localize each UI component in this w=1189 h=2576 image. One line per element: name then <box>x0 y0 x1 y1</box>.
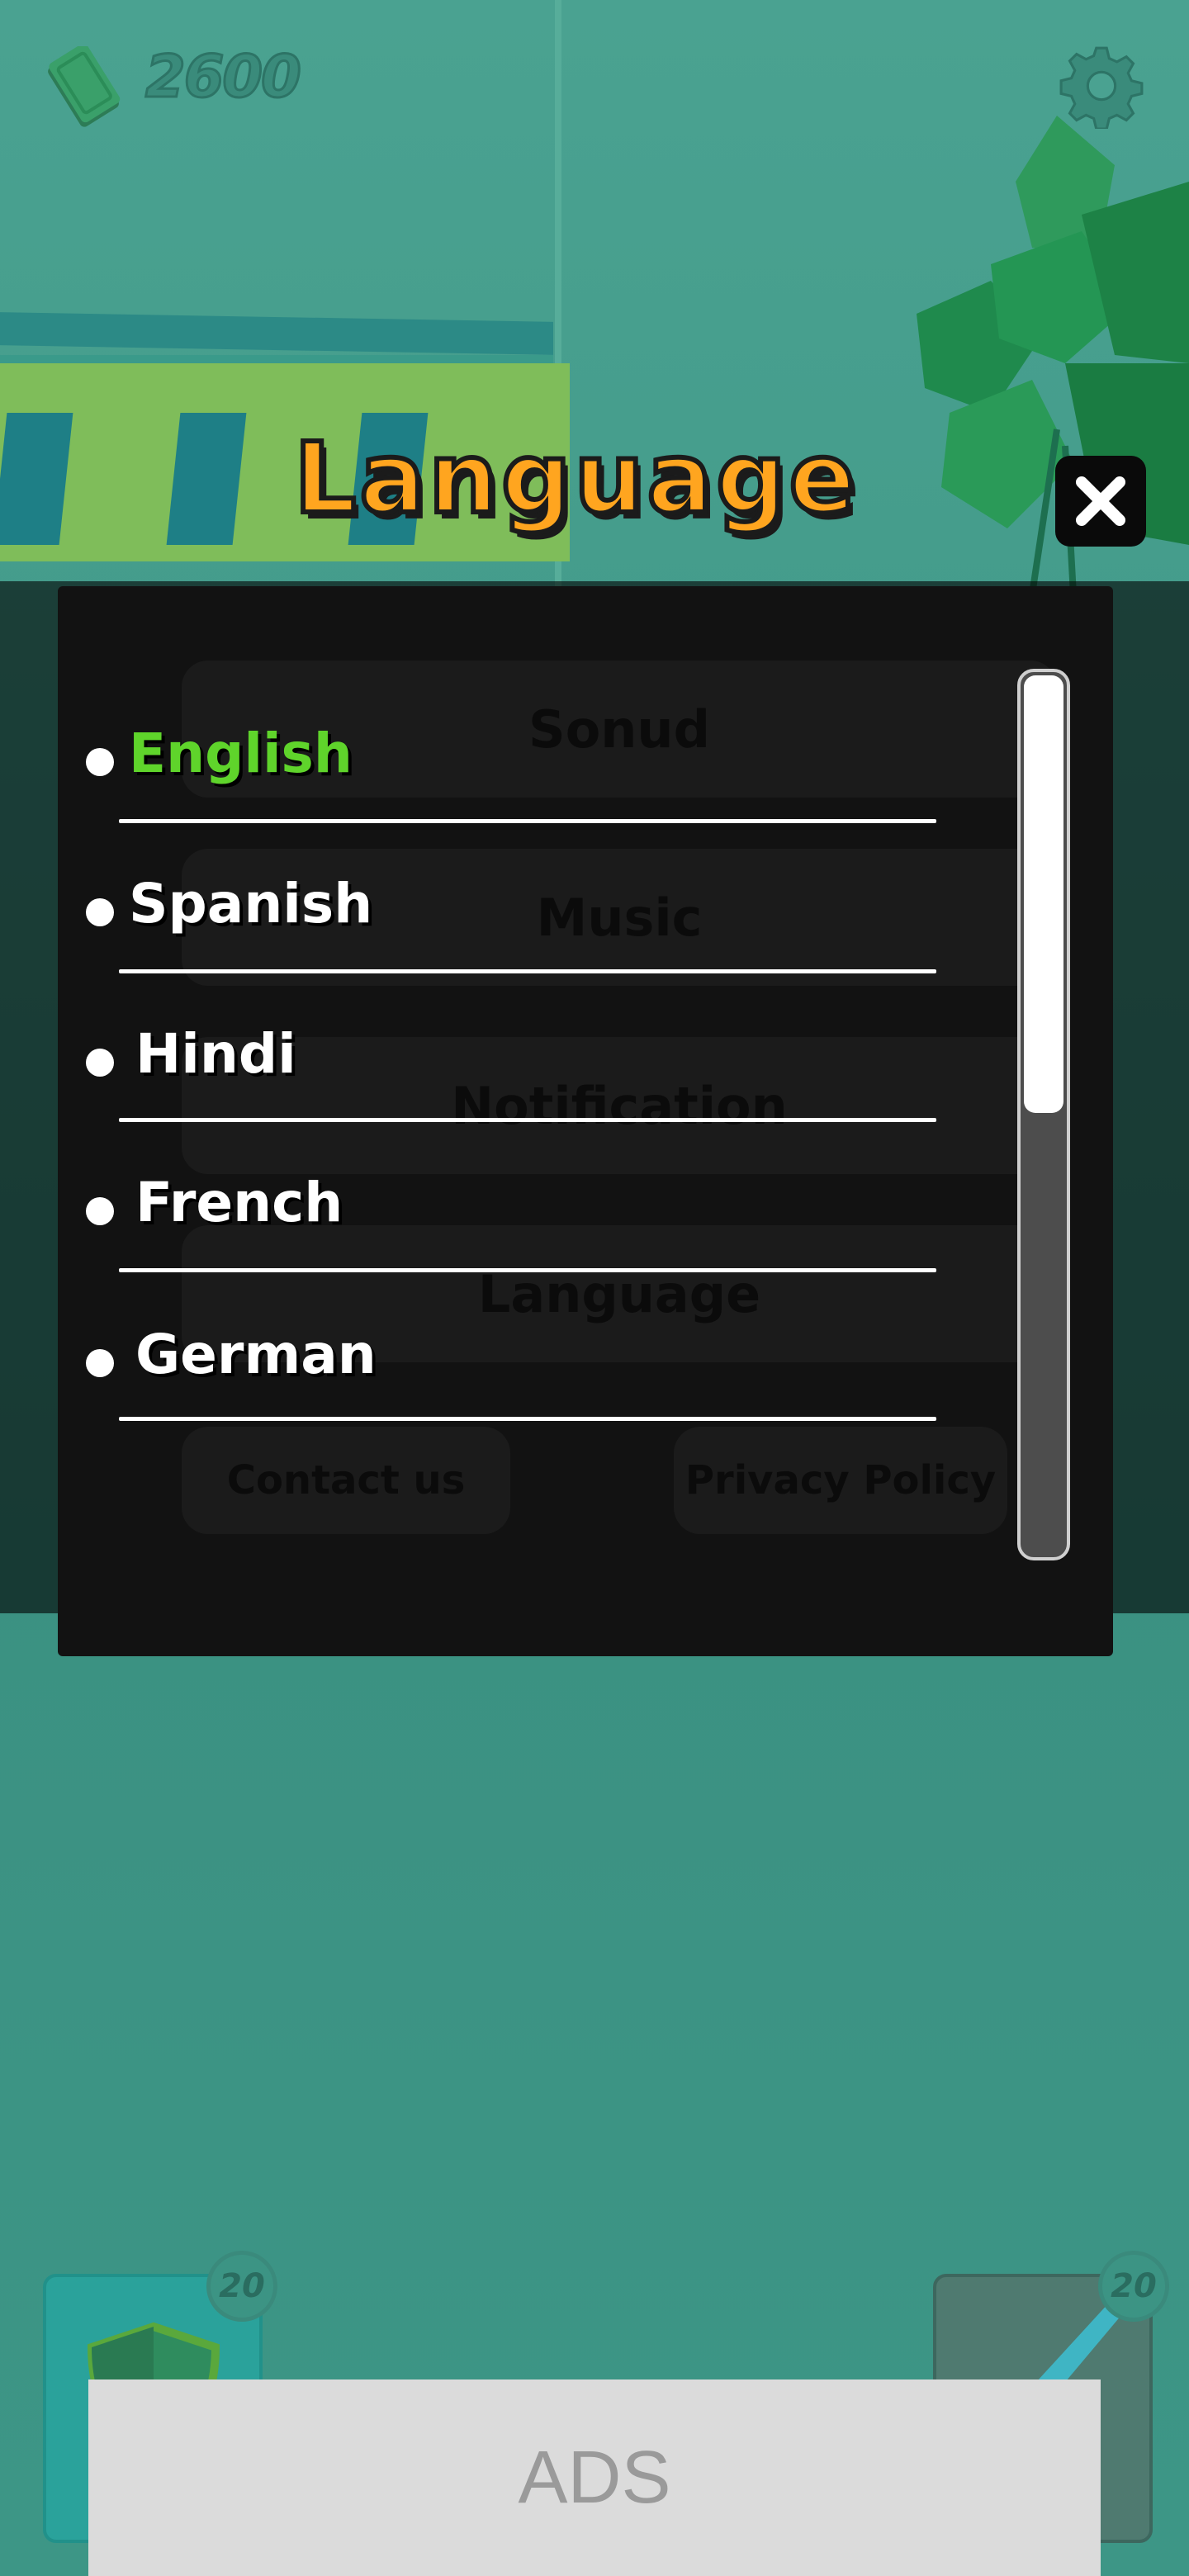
language-item-english[interactable]: English <box>58 685 999 834</box>
bullet-icon <box>86 1349 114 1377</box>
ad-banner[interactable]: ADS <box>88 2379 1101 2576</box>
cash-icon <box>48 46 121 127</box>
language-label: French <box>135 1171 343 1234</box>
close-button[interactable] <box>1055 456 1146 547</box>
background-roof-stripe <box>0 312 553 355</box>
gear-icon[interactable] <box>1059 43 1144 129</box>
close-icon <box>1076 476 1125 526</box>
dialog-title: Language <box>291 419 859 537</box>
divider <box>119 819 936 823</box>
scrollbar-thumb[interactable] <box>1024 675 1063 1113</box>
language-item-spanish[interactable]: Spanish <box>58 842 999 991</box>
language-item-french[interactable]: French <box>58 1139 999 1288</box>
divider <box>119 1118 936 1122</box>
language-label: English <box>129 722 353 785</box>
bullet-icon <box>86 1049 114 1077</box>
bullet-icon <box>86 1197 114 1225</box>
bullet-icon <box>86 748 114 776</box>
divider <box>119 969 936 973</box>
scrollbar[interactable] <box>1017 669 1070 1560</box>
language-item-hindi[interactable]: Hindi <box>58 991 999 1139</box>
ghost-contact-button: Contact us <box>182 1427 510 1534</box>
language-label: Hindi <box>135 1022 296 1086</box>
divider <box>119 1417 936 1421</box>
language-label: German <box>135 1323 377 1386</box>
sword-count-badge: 20 <box>1098 2251 1169 2322</box>
language-panel: Sonud Music Notification Language Contac… <box>58 586 1113 1656</box>
language-label: Spanish <box>129 872 373 935</box>
divider <box>119 1268 936 1272</box>
shield-count-badge: 20 <box>206 2251 277 2322</box>
cash-amount: 2600 <box>144 42 303 112</box>
bullet-icon <box>86 898 114 926</box>
ghost-privacy-button: Privacy Policy <box>674 1427 1007 1534</box>
language-item-german[interactable]: German <box>58 1290 999 1438</box>
